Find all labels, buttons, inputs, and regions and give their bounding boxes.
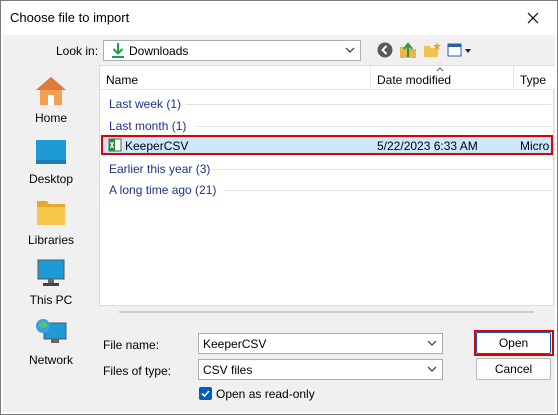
column-header: Name Date modified Type	[100, 66, 555, 90]
files-of-type-label: Files of type:	[103, 364, 172, 378]
file-date: 5/22/2023 6:33 AM	[377, 139, 478, 153]
look-in-value: Downloads	[129, 44, 189, 58]
place-label: Network	[28, 353, 73, 367]
place-label: Desktop	[28, 172, 74, 186]
place-network[interactable]: Network	[5, 317, 97, 367]
dialog-body: Look in: Downloads Home Desktop Librarie…	[3, 35, 555, 412]
checkmark-icon	[201, 390, 210, 398]
chevron-down-icon	[427, 366, 437, 372]
place-this-pc[interactable]: This PC	[5, 257, 97, 307]
file-type: Micro	[520, 139, 550, 153]
look-in-label: Look in:	[56, 44, 99, 58]
cancel-button[interactable]: Cancel	[476, 358, 551, 380]
group-header[interactable]: Earlier this year (3)	[109, 162, 210, 176]
group-divider	[186, 104, 551, 105]
place-libraries[interactable]: Libraries	[5, 197, 97, 247]
file-list[interactable]: Name Date modified Type Last week (1) La…	[99, 65, 555, 306]
scrollbar-thumb[interactable]	[119, 311, 534, 313]
group-header[interactable]: A long time ago (21)	[109, 183, 216, 197]
read-only-label[interactable]: Open as read-only	[216, 387, 315, 401]
place-label: Home	[34, 111, 67, 125]
chevron-down-icon[interactable]	[426, 337, 438, 349]
title-bar: Choose file to import	[1, 1, 557, 35]
column-type[interactable]: Type	[520, 73, 546, 87]
close-icon	[527, 12, 539, 24]
network-icon	[36, 319, 67, 343]
back-icon[interactable]	[376, 41, 394, 59]
file-dialog: Choose file to import Look in: Downloads	[0, 0, 558, 415]
horizontal-scrollbar[interactable]	[99, 307, 554, 317]
home-icon	[36, 77, 66, 105]
read-only-checkbox[interactable]	[199, 387, 212, 400]
column-divider	[513, 66, 514, 90]
group-header[interactable]: Last month (1)	[109, 119, 186, 133]
group-divider	[224, 190, 551, 191]
new-folder-icon[interactable]	[423, 41, 441, 59]
close-button[interactable]	[519, 7, 547, 29]
sort-up-icon	[436, 67, 444, 72]
files-of-type-value: CSV files	[203, 363, 253, 377]
libraries-icon	[37, 201, 65, 225]
places-bar: Home Desktop Libraries This PC Network	[5, 70, 97, 370]
place-label: This PC	[29, 293, 73, 307]
dialog-title: Choose file to import	[10, 10, 130, 25]
column-name[interactable]: Name	[106, 73, 138, 87]
group-divider	[212, 169, 551, 170]
chevron-down-icon	[345, 47, 355, 53]
download-folder-icon	[112, 43, 124, 58]
place-home[interactable]: Home	[5, 75, 97, 125]
file-name-value: KeeperCSV	[203, 337, 267, 351]
place-label: Libraries	[27, 233, 75, 247]
open-button[interactable]: Open	[476, 332, 551, 354]
column-date-modified[interactable]: Date modified	[377, 73, 451, 87]
file-name-combo[interactable]: KeeperCSV	[198, 333, 443, 354]
file-row-selected[interactable]: KeeperCSV 5/22/2023 6:33 AM Micro	[101, 135, 553, 155]
file-name-label: File name:	[103, 338, 160, 352]
view-menu-icon[interactable]	[447, 41, 473, 59]
up-folder-icon[interactable]	[399, 41, 417, 59]
files-of-type-combo[interactable]: CSV files	[198, 359, 443, 380]
desktop-icon	[36, 140, 66, 164]
group-divider	[196, 126, 551, 127]
column-divider	[370, 66, 371, 90]
look-in-combo[interactable]: Downloads	[103, 40, 361, 61]
file-name: KeeperCSV	[125, 139, 189, 153]
csv-file-icon	[108, 138, 122, 152]
this-pc-icon	[37, 259, 65, 286]
group-header[interactable]: Last week (1)	[109, 97, 181, 111]
place-desktop[interactable]: Desktop	[5, 136, 97, 186]
